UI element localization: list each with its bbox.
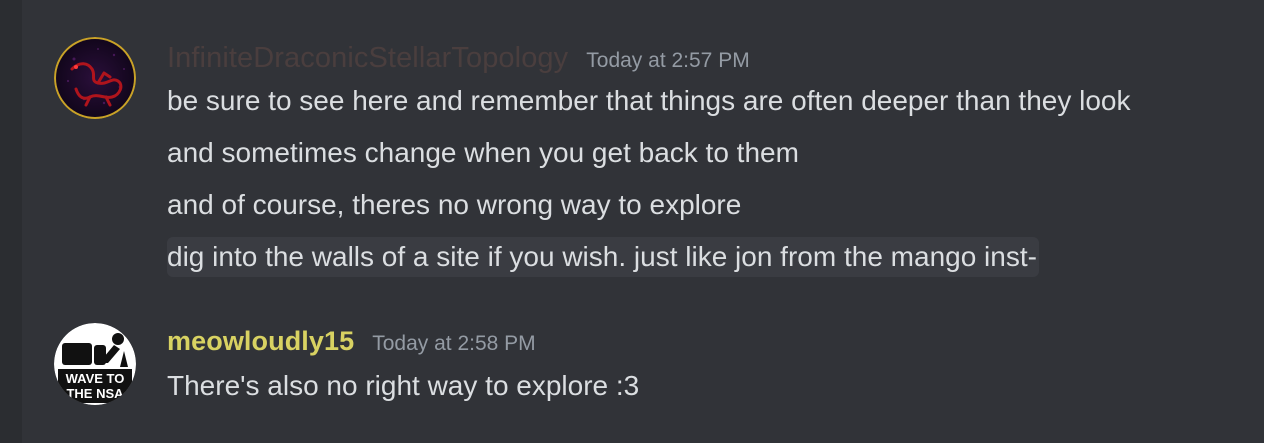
- avatar-text-line1: WAVE TO: [66, 371, 125, 386]
- message-line-hovered[interactable]: dig into the walls of a site if you wish…: [167, 237, 1039, 277]
- message-line: There's also no right way to explore :3: [167, 370, 640, 401]
- message-line: and sometimes change when you get back t…: [167, 137, 799, 168]
- red-dragon-icon: [54, 37, 136, 119]
- wave-to-the-nsa-icon: WAVE TO THE NSA: [54, 323, 136, 405]
- timestamp[interactable]: Today at 2:57 PM: [586, 49, 749, 73]
- timestamp[interactable]: Today at 2:58 PM: [372, 332, 535, 356]
- message-line: and of course, theres no wrong way to ex…: [167, 189, 742, 220]
- channel-sidebar-edge: [0, 0, 22, 443]
- avatar[interactable]: WAVE TO THE NSA: [54, 323, 136, 405]
- message-line: be sure to see here and remember that th…: [167, 85, 1131, 116]
- avatar[interactable]: [54, 37, 136, 119]
- message-header: InfiniteDraconicStellarTopology Today at…: [167, 42, 750, 75]
- avatar-text-line2: THE NSA: [66, 386, 124, 401]
- username[interactable]: InfiniteDraconicStellarTopology: [167, 42, 568, 75]
- username[interactable]: meowloudly15: [167, 326, 354, 357]
- message-header: meowloudly15 Today at 2:58 PM: [167, 326, 536, 357]
